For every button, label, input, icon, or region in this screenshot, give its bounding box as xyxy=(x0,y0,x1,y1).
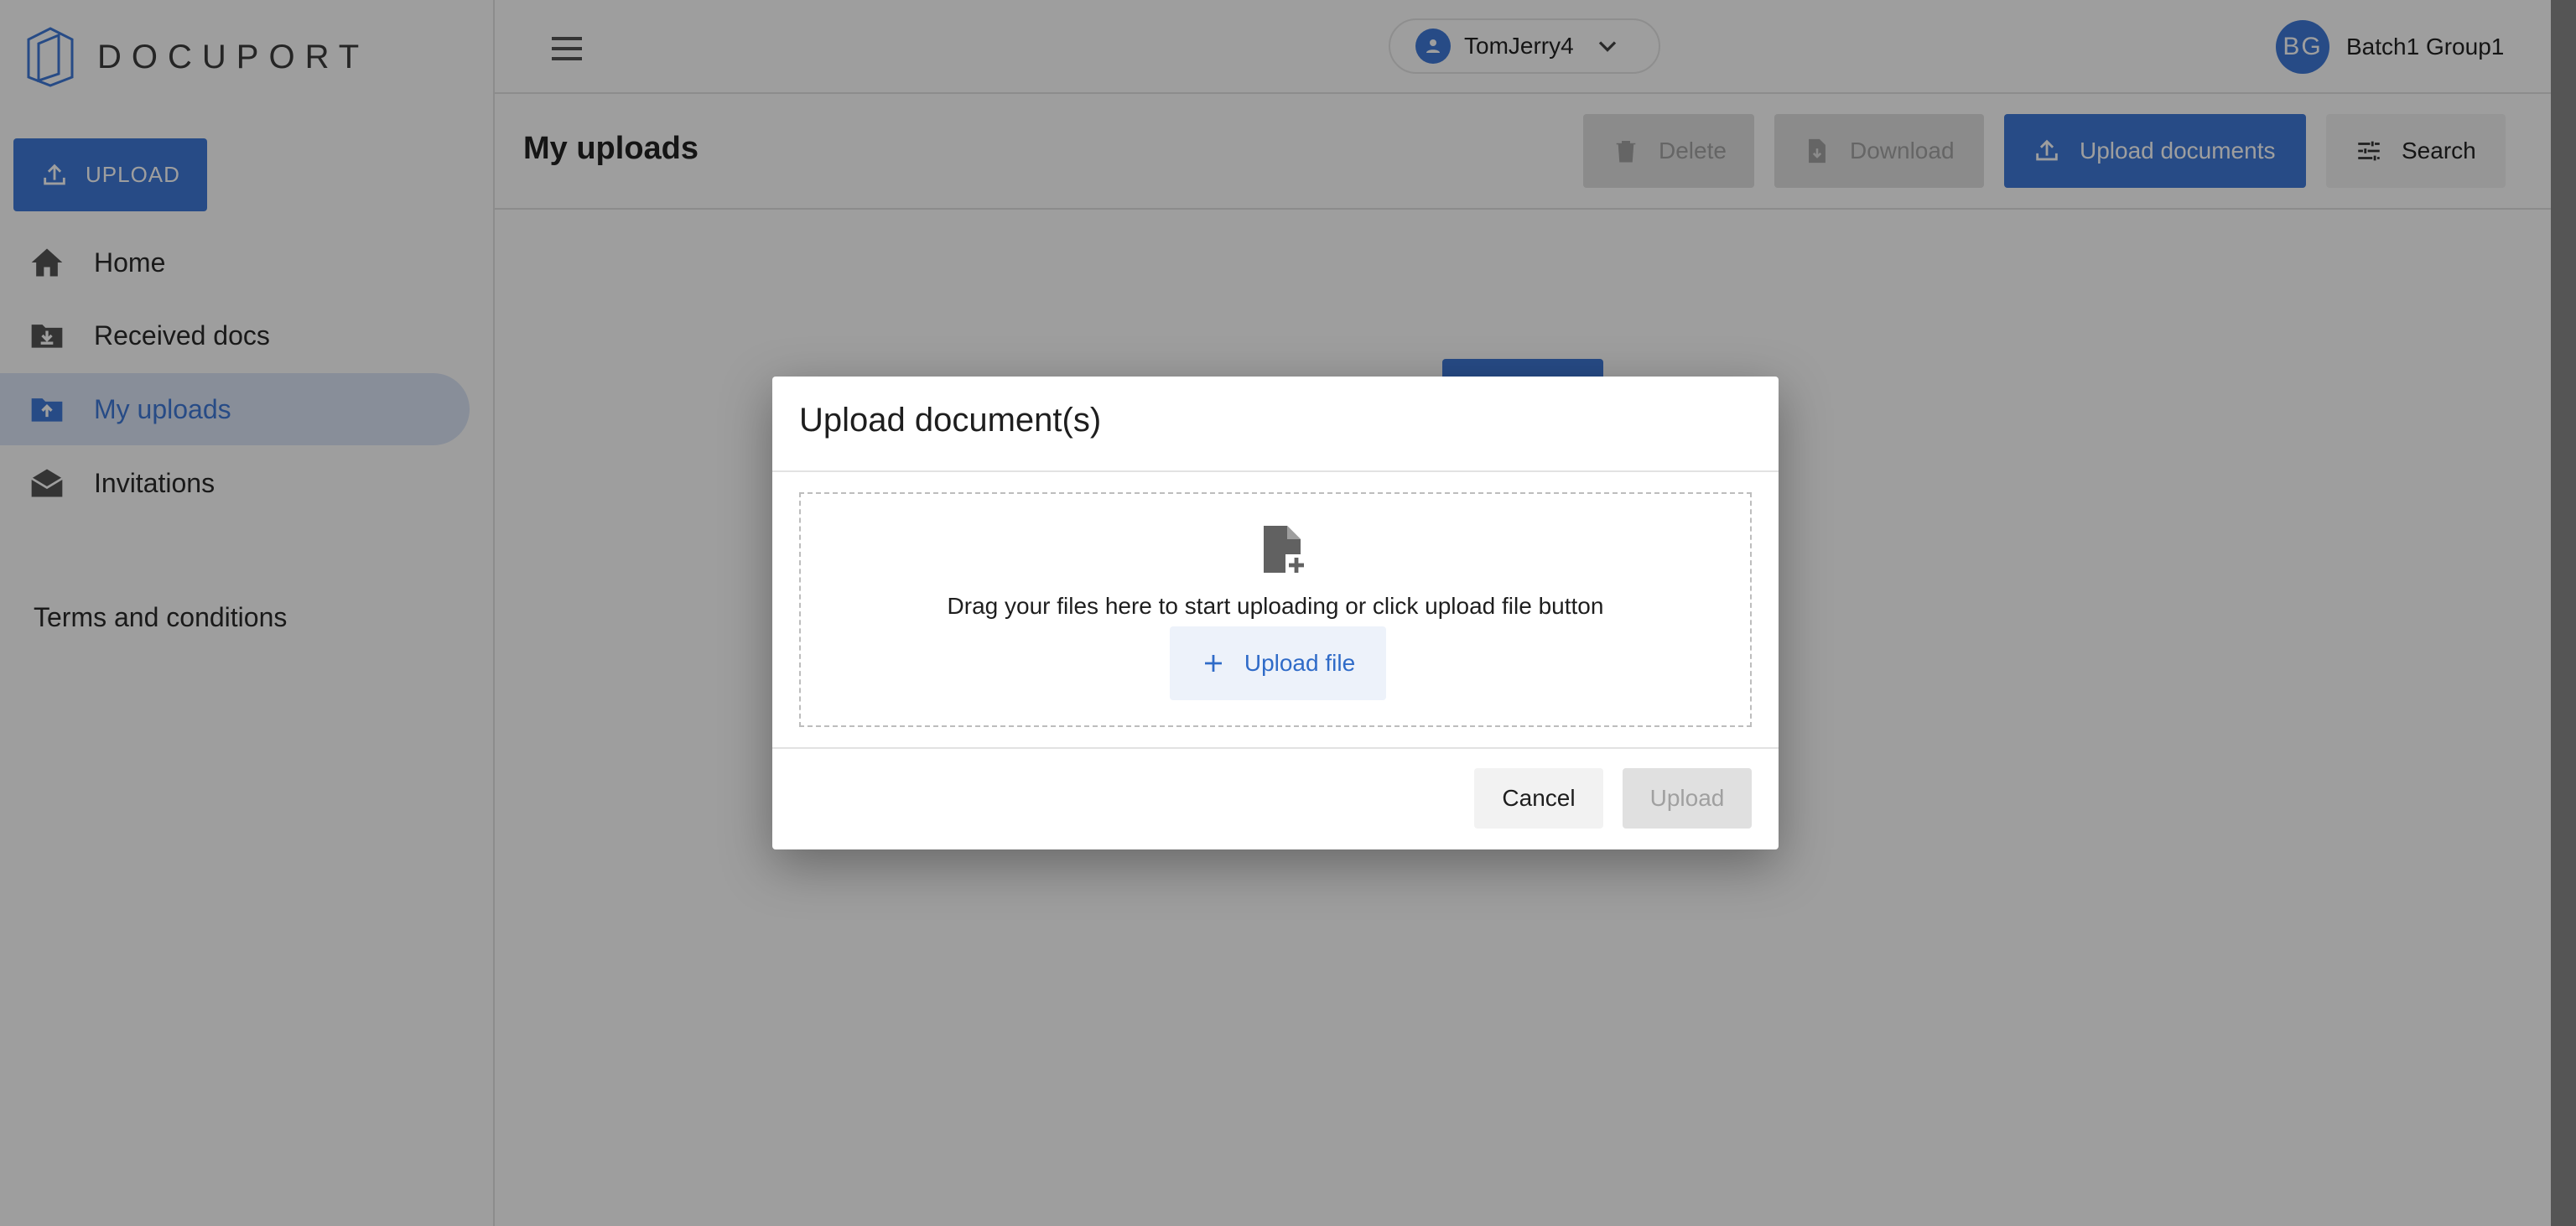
scrollbar-track[interactable] xyxy=(2551,0,2576,1226)
file-add-icon xyxy=(1264,526,1307,576)
upload-dialog: Upload document(s) Drag your files here … xyxy=(772,377,1779,849)
upload-file-label: Upload file xyxy=(1244,650,1356,676)
dialog-title: Upload document(s) xyxy=(799,402,1102,439)
dropzone-text: Drag your files here to start uploading … xyxy=(947,593,1604,619)
cancel-button[interactable]: Cancel xyxy=(1474,768,1603,829)
upload-submit-button[interactable]: Upload xyxy=(1623,768,1752,829)
divider xyxy=(772,470,1779,472)
file-dropzone[interactable]: Drag your files here to start uploading … xyxy=(799,492,1752,727)
upload-file-button[interactable]: Upload file xyxy=(1170,626,1386,700)
plus-icon xyxy=(1204,655,1222,672)
divider xyxy=(772,747,1779,749)
